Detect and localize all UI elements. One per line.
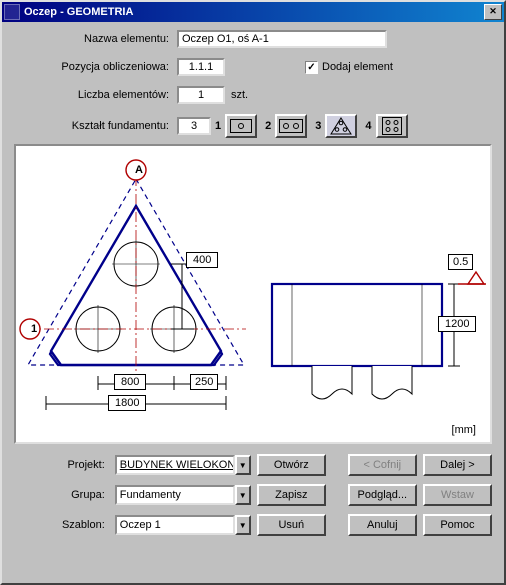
help-button[interactable]: Pomoc <box>423 514 492 536</box>
level-value: 0.5 <box>448 254 473 270</box>
drawing-panel: A 1 400 800 250 1800 1200 0.5 [mm] <box>14 144 492 444</box>
shape-num-1: 1 <box>215 120 221 132</box>
shape2-button[interactable] <box>275 114 307 138</box>
shape-label: Kształt fundamentu: <box>14 120 177 132</box>
template-combo-value: Oczep 1 <box>115 515 235 535</box>
element-name-input[interactable] <box>177 30 387 48</box>
chevron-down-icon[interactable]: ▼ <box>235 455 251 475</box>
position-label: Pozycja obliczeniowa: <box>14 61 177 73</box>
axis-1-marker: 1 <box>25 322 43 336</box>
shape-num-2: 2 <box>265 120 271 132</box>
chevron-down-icon[interactable]: ▼ <box>235 485 251 505</box>
count-unit: szt. <box>231 89 248 101</box>
position-input[interactable] <box>177 58 225 76</box>
close-icon[interactable]: ✕ <box>484 4 502 20</box>
geometry-drawing <box>16 146 490 442</box>
window-title: Oczep - GEOMETRIA <box>24 6 484 18</box>
group-combo[interactable]: Fundamenty ▼ <box>115 485 251 505</box>
shape-num-4: 4 <box>365 120 371 132</box>
chevron-down-icon[interactable]: ▼ <box>235 515 251 535</box>
shape1-button[interactable] <box>225 114 257 138</box>
shape3-icon <box>330 117 352 135</box>
shape2-icon <box>279 119 303 133</box>
open-button[interactable]: Otwórz <box>257 454 326 476</box>
axis-a-marker: A <box>129 163 149 177</box>
count-input[interactable] <box>177 86 225 104</box>
shape-input[interactable] <box>177 117 211 135</box>
client-area: Nazwa elementu: Pozycja obliczeniowa: ✓ … <box>2 22 504 583</box>
shape4-icon <box>382 117 402 135</box>
template-combo[interactable]: Oczep 1 ▼ <box>115 515 251 535</box>
dim-250: 250 <box>190 374 218 390</box>
preview-button[interactable]: Podgląd... <box>348 484 417 506</box>
element-name-label: Nazwa elementu: <box>14 33 177 45</box>
dim-1200: 1200 <box>438 316 476 332</box>
titlebar: Oczep - GEOMETRIA ✕ <box>2 2 504 22</box>
group-combo-value: Fundamenty <box>115 485 235 505</box>
project-label: Projekt: <box>14 459 109 471</box>
next-button[interactable]: Dalej > <box>423 454 492 476</box>
save-button[interactable]: Zapisz <box>257 484 326 506</box>
project-combo-value: BUDYNEK WIELOKOND <box>115 455 235 475</box>
cancel-button[interactable]: Anuluj <box>348 514 417 536</box>
count-label: Liczba elementów: <box>14 89 177 101</box>
dim-800: 800 <box>114 374 146 390</box>
dim-1800: 1800 <box>108 395 146 411</box>
shape3-button[interactable] <box>325 114 357 138</box>
units-label: [mm] <box>452 424 476 436</box>
group-label: Grupa: <box>14 489 109 501</box>
dim-400: 400 <box>186 252 218 268</box>
delete-button[interactable]: Usuń <box>257 514 326 536</box>
add-element-checkbox[interactable]: ✓ <box>305 61 318 74</box>
app-icon <box>4 4 20 20</box>
insert-button[interactable]: Wstaw <box>423 484 492 506</box>
window-frame: Oczep - GEOMETRIA ✕ Nazwa elementu: Pozy… <box>0 0 506 585</box>
add-element-label: Dodaj element <box>322 61 393 73</box>
template-label: Szablon: <box>14 519 109 531</box>
shape-num-3: 3 <box>315 120 321 132</box>
project-combo[interactable]: BUDYNEK WIELOKOND ▼ <box>115 455 251 475</box>
shape1-icon <box>230 119 252 133</box>
undo-button[interactable]: < Cofnij <box>348 454 417 476</box>
shape4-button[interactable] <box>376 114 408 138</box>
